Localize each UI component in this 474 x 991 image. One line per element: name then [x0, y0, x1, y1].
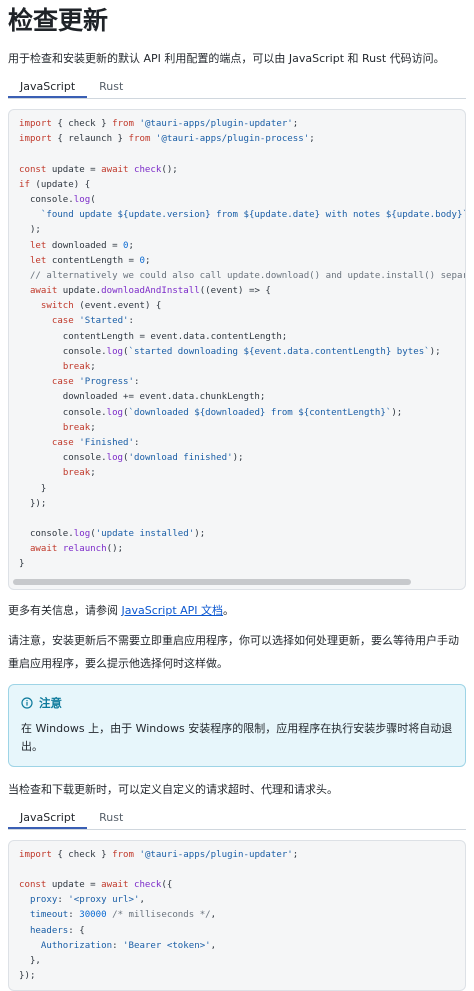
page: 检查更新 用于检查和安装更新的默认 API 利用配置的端点，可以由 JavaSc…	[0, 0, 474, 991]
tab-rust-2[interactable]: Rust	[87, 809, 135, 829]
code-line: });	[19, 498, 47, 509]
custom-request-intro: 当检查和下载更新时，可以定义自定义的请求超时、代理和请求头。	[8, 782, 338, 796]
code-line: switch (event.event) {	[40, 301, 162, 312]
code-line: const update = await check();	[19, 164, 178, 175]
code-line: contentLength = event.data.contentLength…	[19, 331, 288, 342]
code-line: case 'Started':	[51, 316, 135, 327]
more-info-text: 更多有关信息，请参阅 JavaScript API 文档。	[8, 599, 466, 622]
code-line: // alternatively we could also call upda…	[19, 270, 466, 281]
code-block-custom-request: import { check } from '@tauri-apps/plugi…	[8, 839, 466, 991]
code-line: let contentLength = 0;	[29, 255, 151, 266]
code-line: import { check } from '@tauri-apps/plugi…	[19, 849, 299, 860]
code-line: }	[19, 483, 47, 494]
code-line: break;	[62, 362, 96, 372]
code-line: }	[19, 559, 25, 570]
code-line: Authorization: 'Bearer <token>',	[40, 940, 217, 951]
code-content-2: import { check } from '@tauri-apps/plugi…	[9, 841, 465, 991]
code-line: proxy: '<proxy url>',	[29, 895, 145, 906]
code-line: headers: {	[29, 925, 85, 936]
intro-text: 用于检查和安装更新的默认 API 利用配置的端点，可以由 JavaScript …	[8, 52, 445, 65]
code-line: });	[19, 971, 36, 982]
code-line: downloaded += event.data.chunkLength;	[19, 392, 266, 403]
tab-rust[interactable]: Rust	[87, 78, 135, 98]
code-line: await relaunch();	[29, 544, 124, 555]
more-info-suffix: 。	[223, 603, 235, 617]
code-line: );	[19, 225, 41, 236]
code-line: if (update) {	[19, 179, 91, 190]
code-line: console.log(	[19, 194, 96, 205]
code-line: const update = await check({	[19, 880, 173, 890]
code-tabs-2: JavaScript Rust	[8, 809, 466, 830]
caution-text: 请注意，安装更新后不需要立即重启应用程序，你可以选择如何处理更新，要么等待用户手…	[8, 633, 459, 670]
code-line: case 'Progress':	[51, 377, 140, 388]
code-line: },	[19, 955, 41, 966]
page-title: 检查更新	[8, 6, 109, 35]
code-line: import { check } from '@tauri-apps/plugi…	[19, 119, 299, 129]
code-line: case 'Finished':	[51, 437, 140, 448]
note-body: 在 Windows 上，由于 Windows 安装程序的限制，应用程序在执行安装…	[21, 721, 453, 753]
code-tabs-1: JavaScript Rust	[8, 78, 466, 99]
code-line: break;	[62, 468, 96, 479]
code-content: import { check } from '@tauri-apps/plugi…	[9, 110, 465, 573]
code-line: import { relaunch } from '@tauri-apps/pl…	[19, 134, 315, 145]
javascript-api-docs-link[interactable]: JavaScript API 文档	[122, 604, 224, 617]
code-line: break;	[62, 422, 96, 433]
note-title: 注意	[21, 694, 453, 712]
code-line: let downloaded = 0;	[29, 240, 135, 251]
code-block-check-update: import { check } from '@tauri-apps/plugi…	[8, 109, 466, 590]
code-line: `found update ${update.version} from ${u…	[40, 210, 466, 221]
horizontal-scrollbar[interactable]	[13, 578, 411, 585]
code-line: timeout: 30000 /* milliseconds */,	[29, 910, 217, 921]
code-line: await update.downloadAndInstall((event) …	[29, 286, 271, 297]
info-icon	[21, 697, 33, 709]
note-title-text: 注意	[39, 695, 62, 710]
code-line: console.log('update installed');	[19, 529, 206, 540]
code-line: console.log('download finished');	[19, 453, 244, 464]
note-callout: 注意 在 Windows 上，由于 Windows 安装程序的限制，应用程序在执…	[8, 683, 466, 767]
tab-javascript-2[interactable]: JavaScript	[8, 809, 88, 829]
code-line: console.log(`started downloading ${event…	[19, 346, 441, 357]
code-line: console.log(`downloaded ${downloaded} fr…	[19, 407, 403, 418]
tab-javascript[interactable]: JavaScript	[8, 78, 88, 98]
more-info-prefix: 更多有关信息，请参阅	[8, 603, 122, 617]
